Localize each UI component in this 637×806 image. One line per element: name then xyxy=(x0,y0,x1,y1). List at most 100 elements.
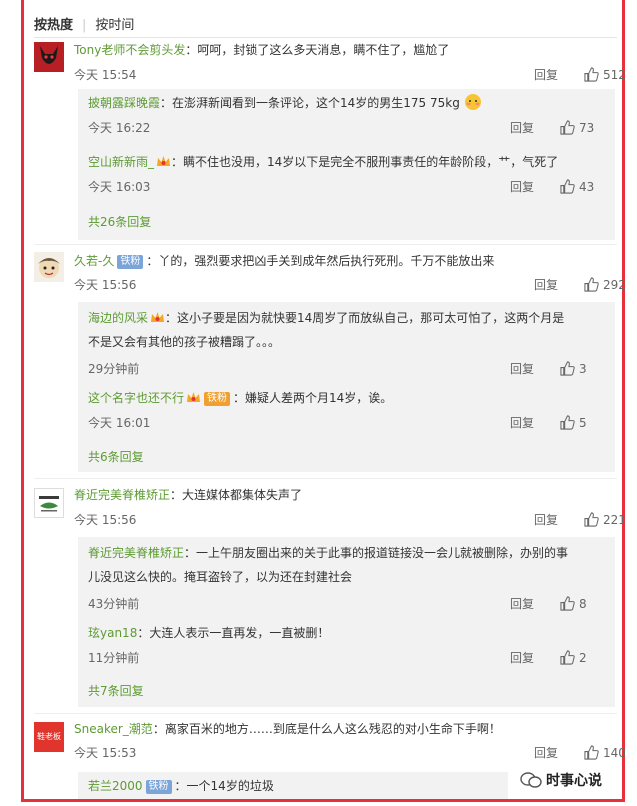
reply-button[interactable]: 回复 xyxy=(534,511,584,528)
reply-username[interactable]: 若兰2000 xyxy=(88,779,143,793)
reply-text: 海边的风采 ：这小子要是因为就快要14周岁了而放纵自己，那可太可怕了，这两个月是 xyxy=(88,306,608,330)
more-replies-link[interactable]: 共6条回复 xyxy=(88,448,144,465)
like-count: 73 xyxy=(579,121,595,135)
demon-avatar-icon xyxy=(34,42,64,72)
like-button[interactable]: 3 xyxy=(560,361,587,376)
reply-actions: 回复 8 xyxy=(510,595,587,612)
comment-divider xyxy=(34,244,617,245)
reply-actions: 回复 43 xyxy=(510,178,594,195)
reply-button[interactable]: 回复 xyxy=(510,649,560,666)
leaf-logo-avatar-icon xyxy=(35,489,63,517)
like-button[interactable]: 140 xyxy=(584,745,626,760)
reply-box: 海边的风采 ：这小子要是因为就快要14周岁了而放纵自己，那可太可怕了，这两个月是 … xyxy=(78,302,615,472)
like-count: 2 xyxy=(579,651,587,665)
more-replies-link[interactable]: 共7条回复 xyxy=(88,682,144,699)
avatar[interactable] xyxy=(34,42,64,72)
reply-item: 这个名字也还不行 铁粉 ：嫌疑人差两个月14岁，诶。 今天 16:01 回复 5 xyxy=(88,386,608,430)
reply-timestamp: 43分钟前 xyxy=(88,597,140,611)
like-button[interactable]: 43 xyxy=(560,179,594,194)
tab-sort-hot[interactable]: 按热度 xyxy=(34,14,73,33)
reply-button[interactable]: 回复 xyxy=(510,595,560,612)
tabs-divider xyxy=(34,37,617,38)
more-replies-link[interactable]: 共26条回复 xyxy=(88,213,151,230)
comment-divider xyxy=(34,478,617,479)
comment-body: ：呵呵，封锁了这么多天消息，瞒不住了，尴尬了 xyxy=(185,43,450,57)
reply-username[interactable]: 海边的风采 xyxy=(88,311,148,325)
reply-button[interactable]: 回复 xyxy=(510,414,560,431)
like-button[interactable]: 221 xyxy=(584,512,626,527)
like-button[interactable]: 2 xyxy=(560,650,587,665)
thumbs-up-icon xyxy=(584,745,599,760)
reply-timestamp: 11分钟前 xyxy=(88,651,140,665)
comment-username[interactable]: 久若-久 xyxy=(74,254,114,268)
reply-button[interactable]: 回复 xyxy=(534,744,584,761)
like-button[interactable]: 292 xyxy=(584,277,626,292)
reply-username[interactable]: 空山新新雨_ xyxy=(88,155,154,169)
watermark-text: 时事心说 xyxy=(546,773,602,789)
reply-text: 这个名字也还不行 铁粉 ：嫌疑人差两个月14岁，诶。 xyxy=(88,386,608,410)
reply-body: ：在澎湃新闻看到一条评论，这个14岁的男生175 75kg xyxy=(160,96,460,110)
comment-timestamp: 今天 15:53 xyxy=(74,746,137,760)
comment-username[interactable]: Tony老师不会剪头发 xyxy=(74,43,185,57)
reply-item: 海边的风采 ：这小子要是因为就快要14周岁了而放纵自己，那可太可怕了，这两个月是 … xyxy=(88,306,608,376)
reply-actions: 回复 73 xyxy=(510,119,594,136)
reply-actions: 回复 3 xyxy=(510,360,587,377)
comment-body: ：离家百米的地方……到底是什么人这么残忍的对小生命下手啊！ xyxy=(152,722,501,736)
vip-crown-icon xyxy=(187,392,201,402)
reply-button[interactable]: 回复 xyxy=(510,360,560,377)
like-count: 5 xyxy=(579,416,587,430)
reply-box: 脊近完美脊椎矫正：一上午朋友圈出来的关于此事的报道链接没一会儿就被删除，办别的事… xyxy=(78,537,615,707)
reply-button[interactable]: 回复 xyxy=(534,276,584,293)
reply-text: 空山新新雨_ ：瞒不住也没用，14岁以下是完全不服刑事责任的年龄阶段，艹，气死了 xyxy=(88,150,608,174)
reply-button[interactable]: 回复 xyxy=(510,178,560,195)
reply-text: 玹yan18：大连人表示一直再发，一直被删！ xyxy=(88,621,608,645)
tab-sort-time[interactable]: 按时间 xyxy=(95,14,134,33)
sort-tabs: 按热度 | 按时间 xyxy=(34,14,134,33)
reply-button[interactable]: 回复 xyxy=(510,119,560,136)
vip-crown-icon xyxy=(151,312,165,322)
reply-actions: 回复 5 xyxy=(510,414,587,431)
watermark: 时事心说 xyxy=(520,770,602,790)
like-count: 221 xyxy=(603,513,626,527)
cartoon-face-avatar-icon xyxy=(34,252,64,282)
comment-timestamp: 今天 15:56 xyxy=(74,278,137,292)
reply-body: ：瞒不住也没用，14岁以下是完全不服刑事责任的年龄阶段，艹，气死了 xyxy=(171,155,559,169)
reply-text: 披朝露踩晚霞：在澎湃新闻看到一条评论，这个14岁的男生175 75kg xyxy=(88,91,608,115)
thumbs-up-icon xyxy=(560,361,575,376)
avatar[interactable] xyxy=(34,252,64,282)
reply-username[interactable]: 玹yan18 xyxy=(88,626,137,640)
avatar[interactable]: 鞋老板 xyxy=(34,722,64,752)
thumbs-up-icon xyxy=(560,120,575,135)
fan-badge: 铁粉 xyxy=(117,255,144,269)
comment-body: ：大连媒体都集体失声了 xyxy=(170,488,303,502)
like-count: 512 xyxy=(603,68,626,82)
comment-username[interactable]: Sneaker_潮范 xyxy=(74,722,153,736)
like-count: 3 xyxy=(579,362,587,376)
comment-timestamp: 今天 15:54 xyxy=(74,68,137,82)
like-button[interactable]: 5 xyxy=(560,415,587,430)
like-button[interactable]: 73 xyxy=(560,120,595,135)
reply-timestamp: 今天 16:22 xyxy=(88,121,151,135)
reply-item: 披朝露踩晚霞：在澎湃新闻看到一条评论，这个14岁的男生175 75kg 今天 1… xyxy=(88,91,608,135)
reply-body: ：这小子要是因为就快要14周岁了而放纵自己，那可太可怕了，这两个月是 xyxy=(165,311,565,325)
comment-username[interactable]: 脊近完美脊椎矫正 xyxy=(74,488,170,502)
reply-username[interactable]: 这个名字也还不行 xyxy=(88,391,184,405)
comment-text: 久若-久 铁粉 ：丫的，强烈要求把凶手关到成年然后执行死刑。千万不能放出来 xyxy=(74,252,494,270)
comment-text: Sneaker_潮范：离家百米的地方……到底是什么人这么残忍的对小生命下手啊！ xyxy=(74,720,501,738)
comment-text: Tony老师不会剪头发：呵呵，封锁了这么多天消息，瞒不住了，尴尬了 xyxy=(74,41,449,59)
thumbs-up-icon xyxy=(560,179,575,194)
comment-actions: 回复 292 xyxy=(534,276,626,293)
comment-actions: 回复 140 xyxy=(534,744,626,761)
comment-timestamp: 今天 15:56 xyxy=(74,513,137,527)
reply-body: ：大连人表示一直再发，一直被删！ xyxy=(137,626,330,640)
reply-username[interactable]: 披朝露踩晚霞 xyxy=(88,96,160,110)
fan-badge: 铁粉 xyxy=(204,392,231,406)
vip-crown-icon xyxy=(157,156,171,166)
avatar[interactable] xyxy=(34,488,64,518)
reply-username[interactable]: 脊近完美脊椎矫正 xyxy=(88,546,184,560)
like-button[interactable]: 8 xyxy=(560,596,587,611)
shy-emoji-icon xyxy=(464,94,481,110)
wechat-icon xyxy=(520,772,542,788)
like-button[interactable]: 512 xyxy=(584,67,626,82)
reply-button[interactable]: 回复 xyxy=(534,66,584,83)
